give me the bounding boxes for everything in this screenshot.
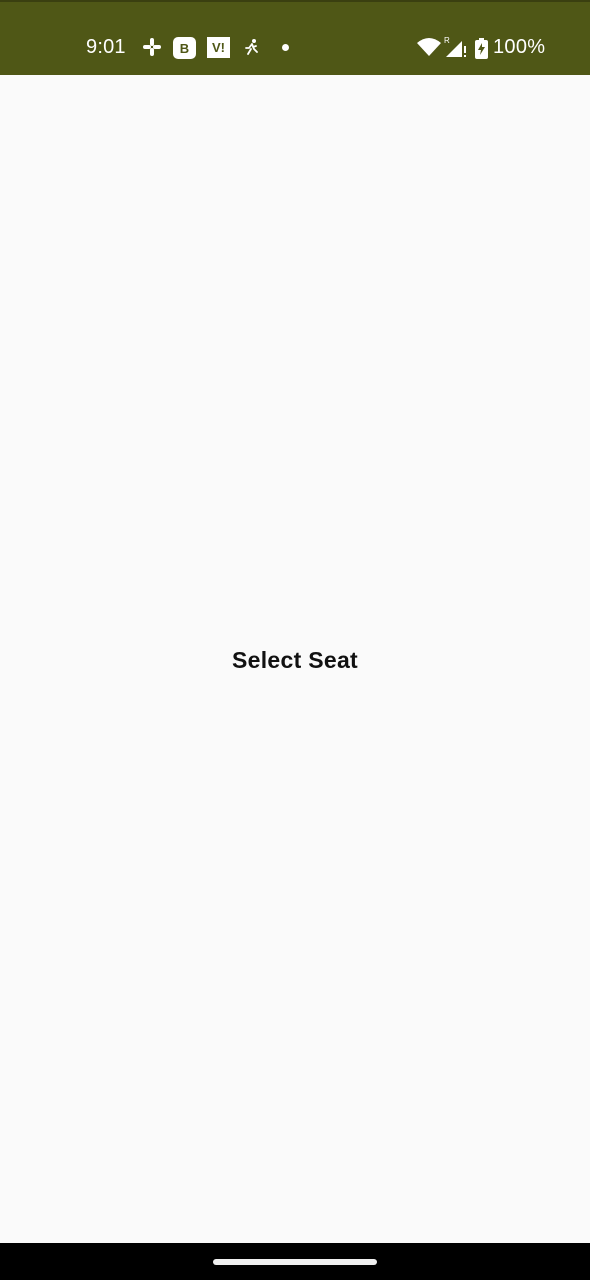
b-app-icon: B [173,37,196,59]
page-title: Select Seat [231,647,359,673]
status-bar: 9:01 B V! R 100% [0,0,590,75]
running-icon [243,36,261,58]
battery-percentage: 100% [493,36,546,58]
battery-icon [474,37,488,59]
vi-app-icon: V! [207,37,230,58]
notification-dot-icon [282,44,289,51]
slack-icon [141,36,163,58]
main-content: Select Seat [0,75,590,1243]
navigation-bar [0,1243,590,1280]
status-time: 9:01 [86,36,126,58]
svg-text:R: R [444,36,450,45]
wifi-icon [416,36,442,58]
home-indicator[interactable] [213,1259,377,1265]
signal-icon: R [444,36,468,58]
